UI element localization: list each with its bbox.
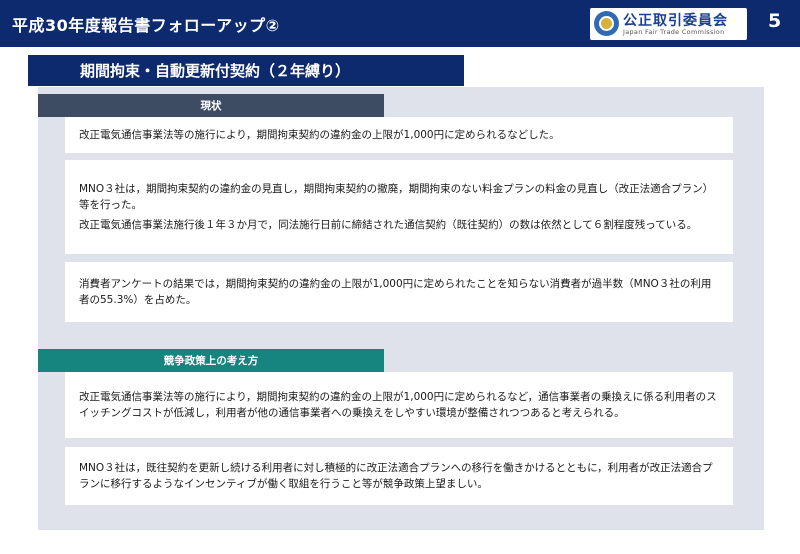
subtitle-bar: 期間拘束・自動更新付契約（２年縛り） xyxy=(28,55,464,86)
header-bar: 平成30年度報告書フォローアップ② 公正取引委員会 Japan Fair Tra… xyxy=(0,0,800,47)
page-title: 平成30年度報告書フォローアップ② xyxy=(12,16,280,35)
policy-card: 改正電気通信事業法等の施行により，期間拘束契約の違約金の上限が1,000円に定め… xyxy=(65,372,733,438)
card-text: 消費者アンケートの結果では，期間拘束契約の違約金の上限が1,000円に定められた… xyxy=(79,278,712,306)
subtitle: 期間拘束・自動更新付契約（２年縛り） xyxy=(80,62,351,80)
current-card: 消費者アンケートの結果では，期間拘束契約の違約金の上限が1,000円に定められた… xyxy=(65,262,733,322)
policy-card: MNO３社は，既往契約を更新し続ける利用者に対し積極的に改正法適合プランへの移行… xyxy=(65,447,733,505)
card-text: MNO３社は，既往契約を更新し続ける利用者に対し積極的に改正法適合プランへの移行… xyxy=(79,462,713,490)
jftc-logo: 公正取引委員会 Japan Fair Trade Commission xyxy=(590,8,747,40)
section-label-policy: 競争政策上の考え方 xyxy=(38,349,384,372)
jftc-emblem-icon xyxy=(594,11,619,36)
card-text: 改正電気通信事業法等の施行により，期間拘束契約の違約金の上限が1,000円に定め… xyxy=(79,129,560,141)
current-card: 改正電気通信事業法等の施行により，期間拘束契約の違約金の上限が1,000円に定め… xyxy=(65,117,733,153)
logo-name-jp: 公正取引委員会 xyxy=(623,13,728,29)
card-text: 改正電気通信事業法施行後１年３か月で，同法施行日前に締結された通信契約（既往契約… xyxy=(79,219,698,231)
page-number: 5 xyxy=(768,10,782,32)
card-text: 改正電気通信事業法等の施行により，期間拘束契約の違約金の上限が1,000円に定め… xyxy=(79,391,717,419)
card-text: MNO３社は，期間拘束契約の違約金の見直し，期間拘束契約の撤廃，期間拘束のない料… xyxy=(79,183,714,211)
logo-name-en: Japan Fair Trade Commission xyxy=(623,28,725,36)
section-label-current: 現状 xyxy=(38,94,384,117)
current-card: MNO３社は，期間拘束契約の違約金の見直し，期間拘束契約の撤廃，期間拘束のない料… xyxy=(65,160,733,254)
